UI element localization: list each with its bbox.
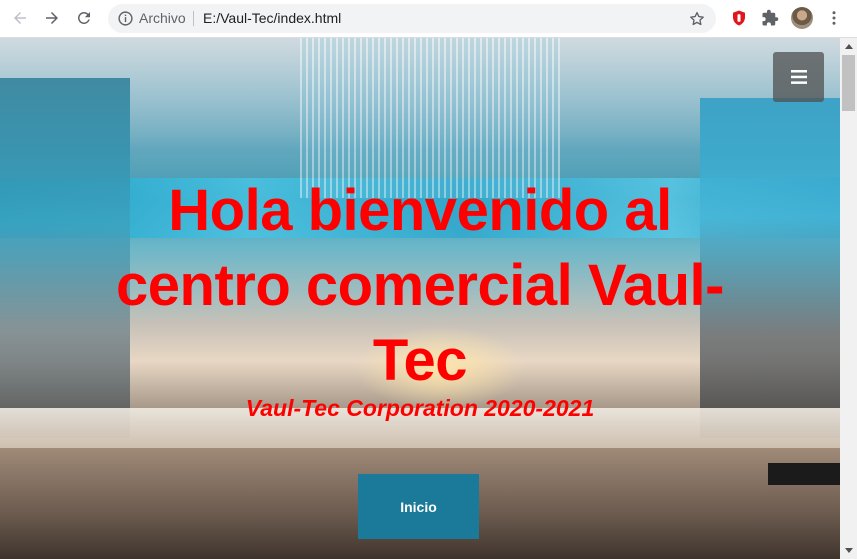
browser-toolbar: Archivo E:/Vaul-Tec/index.html xyxy=(0,0,857,38)
info-icon[interactable] xyxy=(117,10,134,27)
back-icon xyxy=(14,12,26,24)
address-url[interactable]: E:/Vaul-Tec/index.html xyxy=(203,10,341,26)
scroll-thumb[interactable] xyxy=(842,55,855,111)
scroll-up-arrow[interactable] xyxy=(840,38,857,55)
address-scheme-label: Archivo xyxy=(139,10,186,26)
extensions-button[interactable] xyxy=(758,6,782,30)
scroll-down-arrow[interactable] xyxy=(840,542,857,559)
vertical-scrollbar[interactable] xyxy=(840,38,857,559)
avatar[interactable] xyxy=(791,7,813,29)
page-viewport: Hola bienvenido al centro comercial Vaul… xyxy=(0,38,840,559)
kebab-menu-icon xyxy=(832,11,836,25)
forward-button[interactable] xyxy=(39,5,65,31)
arrow-up-icon xyxy=(844,44,853,49)
background-shop-sign xyxy=(768,463,840,485)
page-subtitle: Vaul-Tec Corporation 2020-2021 xyxy=(245,395,595,421)
browser-menu-button[interactable] xyxy=(822,6,846,30)
inicio-button[interactable]: Inicio xyxy=(358,474,479,539)
address-separator xyxy=(193,11,194,26)
extension-red-icon xyxy=(733,10,745,26)
hamburger-icon xyxy=(790,70,807,84)
back-button[interactable] xyxy=(7,5,33,31)
puzzle-icon xyxy=(762,9,779,26)
hamburger-menu-button[interactable] xyxy=(773,52,824,102)
address-bar[interactable]: Archivo E:/Vaul-Tec/index.html xyxy=(108,4,716,33)
extension-red-button[interactable] xyxy=(727,6,751,30)
reload-icon xyxy=(77,11,90,24)
forward-icon xyxy=(46,12,58,24)
page-title: Hola bienvenido al centro comercial Vaul… xyxy=(116,178,724,393)
arrow-down-icon xyxy=(844,548,853,553)
reload-button[interactable] xyxy=(71,5,97,31)
star-icon[interactable] xyxy=(688,10,706,28)
